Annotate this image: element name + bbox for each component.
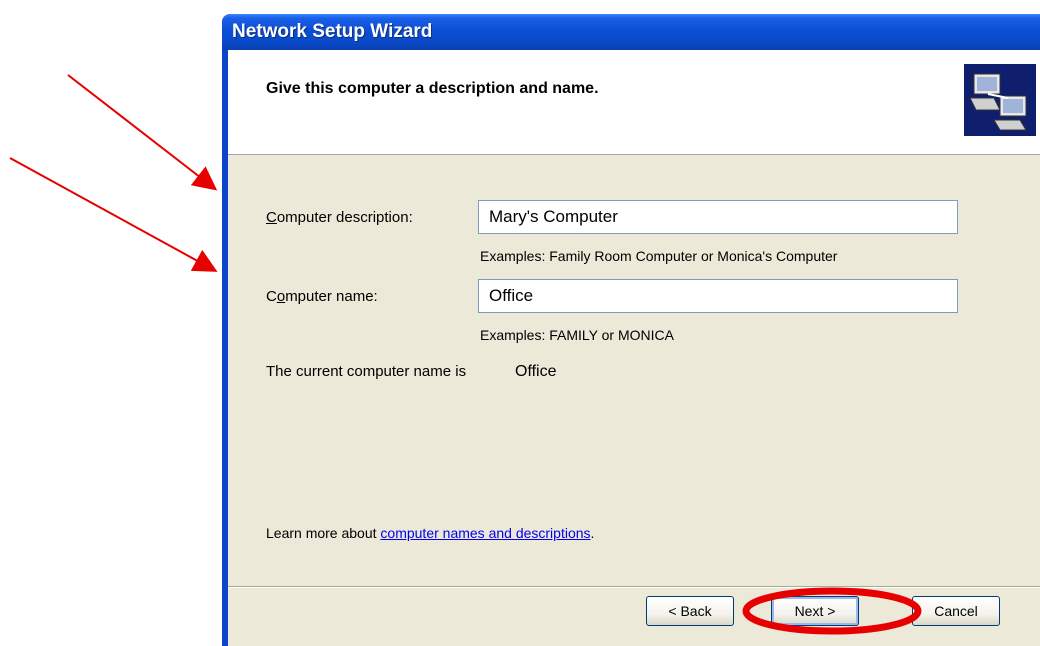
computer-description-label-rest: omputer description: — [276, 209, 413, 226]
computer-name-input[interactable]: Office — [478, 279, 958, 313]
wizard-client-area: Give this computer a description and nam… — [228, 50, 1040, 646]
current-name-value: Office — [515, 363, 557, 380]
cancel-button-label: Cancel — [934, 603, 978, 619]
name-example: Examples: FAMILY or MONICA — [480, 327, 674, 343]
learn-more-link[interactable]: computer names and descriptions — [380, 525, 590, 541]
next-button[interactable]: Next > — [771, 596, 859, 626]
wizard-header: Give this computer a description and nam… — [228, 50, 1040, 155]
back-button[interactable]: < Back — [646, 596, 734, 626]
description-example: Examples: Family Room Computer or Monica… — [480, 248, 838, 264]
window-title: Network Setup Wizard — [232, 21, 433, 42]
learn-more-prefix: Learn more about — [266, 525, 381, 541]
next-button-label: Next > — [794, 603, 836, 619]
access-key-o: o — [276, 288, 286, 305]
button-separator — [228, 586, 1040, 588]
page-heading: Give this computer a description and nam… — [266, 80, 599, 97]
network-setup-wizard-window: Network Setup Wizard Give this computer … — [222, 14, 1040, 646]
network-computers-icon — [964, 64, 1036, 136]
cancel-button[interactable]: Cancel — [912, 596, 1000, 626]
title-bar[interactable]: Network Setup Wizard — [222, 14, 1040, 50]
back-button-label: < Back — [668, 603, 712, 619]
computer-description-input[interactable]: Mary's Computer — [478, 200, 958, 234]
wizard-body: Computer description: Mary's Computer Ex… — [228, 155, 1040, 585]
computer-name-label-rest: mputer name: — [285, 288, 378, 305]
annotation-arrow-description — [67, 74, 218, 191]
access-key-c: C — [266, 209, 277, 226]
computer-name-label: Computer name: — [266, 288, 378, 305]
current-name-label: The current computer name is — [266, 363, 467, 380]
learn-more-text: Learn more about computer names and desc… — [266, 525, 594, 541]
computer-description-label: Computer description: — [266, 209, 413, 226]
annotation-arrow-name — [9, 157, 218, 272]
computer-name-label-first: C — [266, 288, 277, 305]
learn-more-suffix: . — [590, 525, 595, 541]
